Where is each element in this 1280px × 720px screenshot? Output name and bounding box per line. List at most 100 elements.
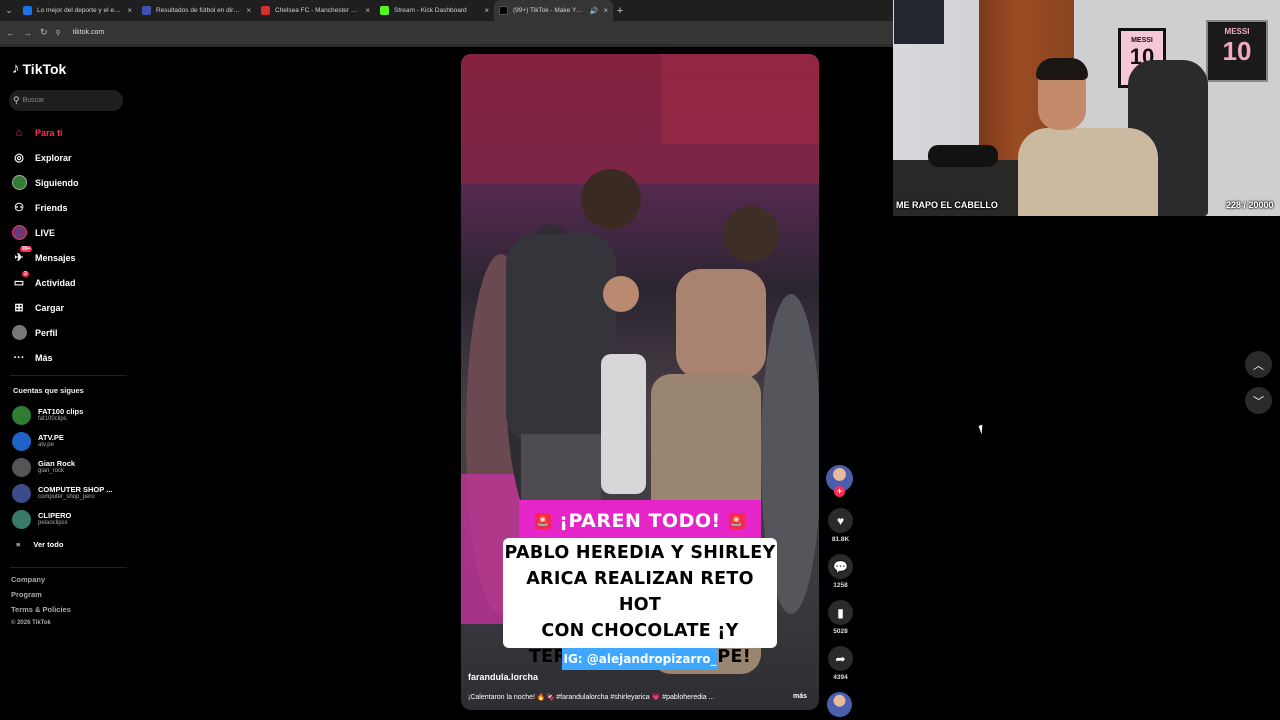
following-section-title: Cuentas que sigues xyxy=(13,386,84,395)
tab-favicon-icon xyxy=(261,6,270,15)
following-account[interactable]: COMPUTER SHOP ... computer_shop_peru xyxy=(12,480,112,506)
nav-label: Para ti xyxy=(35,127,63,138)
browser-tab-active[interactable]: (99+) TikTok - Make Your Da 🔊 × xyxy=(494,0,613,21)
reload-icon[interactable]: ↻ xyxy=(40,27,48,38)
browser-tab[interactable]: Resultados de fútbol en directo × xyxy=(137,0,256,21)
new-tab-button[interactable]: + xyxy=(613,5,627,17)
site-info-icon[interactable]: ⚲ xyxy=(56,29,61,37)
sidebar-footer: Company Program Terms & Policies © 2026 … xyxy=(11,575,71,630)
divider xyxy=(10,567,127,568)
tab-title: Chelsea FC - Manchester City C xyxy=(275,7,361,14)
more-button[interactable]: más xyxy=(793,693,807,700)
tab-title: Lo mejor del deporte y el entre xyxy=(37,7,123,14)
siren-icon: 🚨 xyxy=(728,513,745,529)
live-icon xyxy=(11,225,27,241)
nav-label: Más xyxy=(35,352,53,363)
account-handle: fat100clips xyxy=(38,416,67,422)
comment-count: 1258 xyxy=(833,582,848,589)
streamer-body xyxy=(1018,128,1158,216)
following-account[interactable]: Gian Rock gian_rock xyxy=(12,454,112,480)
jersey-frame-black: MESSI 10 xyxy=(1206,20,1268,82)
bookmark-icon[interactable]: ▮ xyxy=(828,600,853,625)
nav-item-mensajes[interactable]: ✈ 99+ Mensajes xyxy=(11,245,79,270)
nav-item-para-ti[interactable]: ⌂ Para ti xyxy=(11,120,79,145)
tab-favicon-icon xyxy=(380,6,389,15)
microphone xyxy=(928,145,998,167)
close-tab-icon[interactable]: × xyxy=(246,6,251,15)
nav-item-actividad[interactable]: ▭ 3 Actividad xyxy=(11,270,79,295)
search-input[interactable] xyxy=(22,97,113,104)
speaker-icon[interactable]: 🔊 xyxy=(590,7,599,15)
nav-label: Mensajes xyxy=(35,252,76,263)
tab-title: Resultados de fútbol en directo xyxy=(156,7,242,14)
account-handle: gian_rock xyxy=(38,468,65,474)
prev-video-button[interactable]: ︿ xyxy=(1245,351,1272,378)
following-account[interactable]: ATV.PE atv.pe xyxy=(12,428,112,454)
back-icon[interactable]: ← xyxy=(6,28,15,38)
heart-icon[interactable]: ♥ xyxy=(828,508,853,533)
nav-label: Explorar xyxy=(35,152,72,163)
share-icon[interactable]: ➦ xyxy=(828,646,853,671)
compass-icon: ◎ xyxy=(14,152,24,164)
following-list: FAT100 clips fat100clips ATV.PE atv.pe Gia… xyxy=(12,402,112,556)
mouse-cursor-icon xyxy=(978,424,986,435)
video-username[interactable]: farandula.lorcha xyxy=(468,672,538,682)
avatar xyxy=(12,431,31,451)
like-action: ♥ 81.8K xyxy=(826,508,855,543)
nav-item-siguiendo[interactable]: Siguiendo xyxy=(11,170,79,195)
nav-label: Actividad xyxy=(35,277,76,288)
copyright: © 2026 TikTok xyxy=(11,620,51,626)
nav-item-live[interactable]: LIVE xyxy=(11,220,79,245)
next-video-button[interactable]: ﹀ xyxy=(1245,387,1272,414)
creator-avatar[interactable]: + xyxy=(826,465,853,497)
search-icon: ⚲ xyxy=(13,95,20,105)
following-account[interactable]: FAT100 clips fat100clips xyxy=(12,402,112,428)
tiktok-favicon-icon xyxy=(499,6,508,15)
music-disc-icon[interactable] xyxy=(827,692,852,717)
tiktok-note-icon: ♪ xyxy=(12,60,20,77)
tab-title: Stream - Kick Dashboard xyxy=(394,7,467,14)
more-icon: ··· xyxy=(13,351,25,364)
banner-ig: IG: @alejandropizarro_ xyxy=(562,648,718,670)
close-tab-icon[interactable]: × xyxy=(365,6,370,15)
account-handle: atv.pe xyxy=(38,442,54,448)
headline-line: ARICA REALIZAN RETO HOT xyxy=(526,569,754,615)
browser-tab-bar: ⌄ Lo mejor del deporte y el entre × Resu… xyxy=(0,0,893,21)
browser-tab[interactable]: Stream - Kick Dashboard × xyxy=(375,0,494,21)
nav-item-cargar[interactable]: ⊞ Cargar xyxy=(11,295,79,320)
account-name: COMPUTER SHOP ... xyxy=(38,485,113,494)
nav-label: Perfil xyxy=(35,327,58,338)
tab-search-icon[interactable]: ⌄ xyxy=(0,0,18,21)
follow-plus-icon[interactable]: + xyxy=(834,486,845,497)
footer-link-terms[interactable]: Terms & Policies xyxy=(11,605,71,620)
address-bar: ← → ↻ ⚲ tiktok.com xyxy=(0,21,893,44)
nav-item-perfil[interactable]: Perfil xyxy=(11,320,79,345)
tab-title: (99+) TikTok - Make Your Da xyxy=(513,7,585,14)
nav-item-explorar[interactable]: ◎ Explorar xyxy=(11,145,79,170)
footer-link-company[interactable]: Company xyxy=(11,575,71,590)
see-all-button[interactable]: ≡ Ver todo xyxy=(12,532,112,556)
avatar xyxy=(12,405,31,425)
avatar xyxy=(12,457,31,477)
footer-link-program[interactable]: Program xyxy=(11,590,71,605)
close-tab-icon[interactable]: × xyxy=(127,6,132,15)
forward-icon[interactable]: → xyxy=(23,28,32,38)
activity-badge: 3 xyxy=(22,271,29,277)
jersey-number: 10 xyxy=(1222,36,1252,66)
close-tab-icon[interactable]: × xyxy=(603,6,608,15)
nav-item-mas[interactable]: ··· Más xyxy=(11,345,79,370)
account-name: CLIPERO xyxy=(38,511,72,520)
following-account[interactable]: CLIPERO pelaoclipsx xyxy=(12,506,112,532)
browser-tab[interactable]: Lo mejor del deporte y el entre × xyxy=(18,0,137,21)
video-player[interactable]: 🚨 ¡PAREN TODO! 🚨 PABLO HEREDIA Y SHIRLEY… xyxy=(461,54,819,710)
search-box[interactable]: ⚲ xyxy=(9,90,123,111)
account-name: Gian Rock xyxy=(38,459,76,468)
close-tab-icon[interactable]: × xyxy=(484,6,489,15)
browser-tab[interactable]: Chelsea FC - Manchester City C × xyxy=(256,0,375,21)
streamer xyxy=(1018,58,1158,216)
list-icon: ≡ xyxy=(16,539,21,549)
comment-icon[interactable]: 💬 xyxy=(828,554,853,579)
nav-item-friends[interactable]: ⚇ Friends xyxy=(11,195,79,220)
tiktok-logo[interactable]: ♪ TikTok xyxy=(12,60,66,77)
url-field[interactable]: tiktok.com xyxy=(73,29,105,36)
